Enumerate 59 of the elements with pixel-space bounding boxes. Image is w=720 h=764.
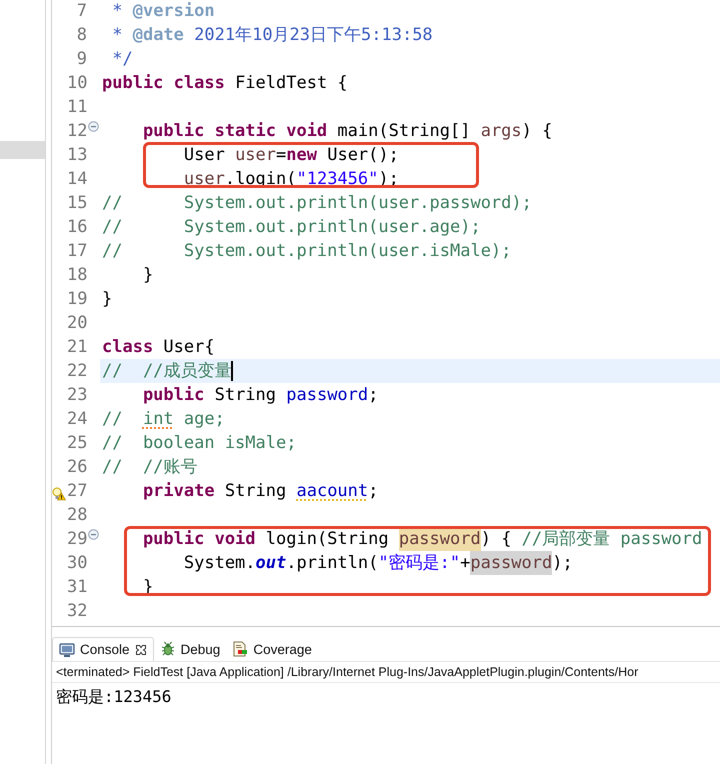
line-number: 23 xyxy=(67,385,87,405)
code-line: User user=new User(); xyxy=(182,144,400,167)
text-cursor xyxy=(231,361,234,381)
code-line: // System.out.println(user.isMale); xyxy=(101,240,512,263)
code-line: private String aacount; xyxy=(142,480,380,503)
code-line: // System.out.println(user.age); xyxy=(101,216,482,239)
collapse-icon[interactable] xyxy=(88,529,99,540)
code-line: // boolean isMale; xyxy=(101,432,298,455)
code-line: public class FieldTest { xyxy=(101,72,349,95)
code-editor[interactable] xyxy=(52,0,720,627)
line-number: 16 xyxy=(67,217,87,237)
line-number: 24 xyxy=(67,409,87,429)
line-number: 29 xyxy=(67,529,87,549)
line-number: 11 xyxy=(67,97,87,117)
code-line: */ xyxy=(111,48,134,71)
line-number: 17 xyxy=(67,241,87,261)
line-number: 9 xyxy=(76,49,87,69)
line-number: 18 xyxy=(67,265,87,285)
line-number: 28 xyxy=(67,505,87,525)
collapse-icon[interactable] xyxy=(88,121,99,132)
line-number: 15 xyxy=(67,193,87,213)
line-number: 32 xyxy=(67,601,87,621)
line-number: 26 xyxy=(67,457,87,477)
monitor-icon xyxy=(59,642,75,658)
line-number: 13 xyxy=(67,145,87,165)
code-line: System.out.println("密码是:"+password); xyxy=(182,551,574,575)
line-number: 31 xyxy=(67,577,87,597)
bug-icon xyxy=(160,641,176,657)
code-line: public static void main(String[] args) { xyxy=(142,120,554,143)
code-line: class User{ xyxy=(101,336,216,359)
line-number: 30 xyxy=(67,553,87,573)
line-number: 22 xyxy=(67,361,87,381)
console-tab[interactable]: Console xyxy=(52,637,154,661)
console-tab[interactable]: Coverage xyxy=(226,637,318,661)
console-tab[interactable]: Debug xyxy=(154,637,226,661)
console-header: <terminated> FieldTest [Java Application] /Library/Internet Plug-Ins/JavaAppletPlugin.plugin/Contents/Hor xyxy=(52,662,720,683)
line-number: 10 xyxy=(67,73,87,93)
code-line: * @version xyxy=(111,0,216,23)
line-number: 27 xyxy=(67,481,87,501)
line-number: 21 xyxy=(67,337,87,357)
code-line: public String password; xyxy=(142,384,380,407)
code-line: // System.out.println(user.password); xyxy=(101,192,533,215)
code-line: public void login(String password) { //局部变量 password xyxy=(142,527,704,551)
line-number: 8 xyxy=(76,25,87,45)
close-icon[interactable] xyxy=(134,644,147,656)
line-number: 12 xyxy=(67,121,87,141)
line-number: 7 xyxy=(76,1,87,21)
code-line: } xyxy=(101,288,114,311)
code-line: } xyxy=(142,264,154,287)
line-number: 19 xyxy=(67,289,87,309)
coverage-icon xyxy=(232,641,248,657)
code-line: * @date 2021年10月23日下午5:13:58 xyxy=(111,24,434,47)
line-number: 20 xyxy=(67,313,87,333)
line-number: 25 xyxy=(67,433,87,453)
code-line: // //账号 xyxy=(101,456,198,479)
code-line: // int age; xyxy=(101,408,226,431)
warning-lightbulb-icon[interactable] xyxy=(52,487,66,501)
line-number: 14 xyxy=(67,169,87,189)
console-output: 密码是:123456 xyxy=(55,686,172,708)
